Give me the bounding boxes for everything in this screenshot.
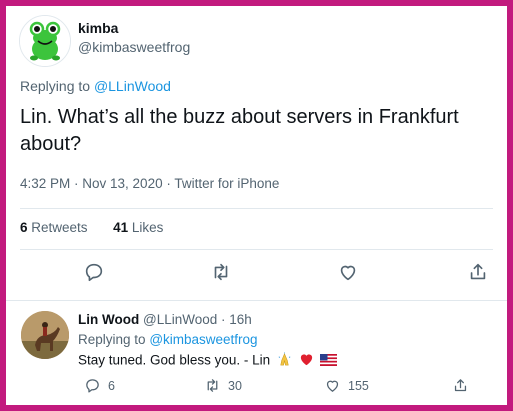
reply-text: Stay tuned. God bless you. - Lin bbox=[78, 352, 271, 368]
tweet-timestamp[interactable]: 4:32 PM · Nov 13, 2020 · Twitter for iPh… bbox=[20, 176, 279, 191]
reply-header: Lin Wood @LLinWood · 16h bbox=[78, 312, 252, 327]
reply-handle-time[interactable]: @LLinWood · 16h bbox=[143, 312, 252, 327]
reply-like-button[interactable]: 155 bbox=[324, 377, 369, 394]
divider bbox=[6, 300, 507, 301]
reply-button[interactable] bbox=[83, 261, 105, 283]
avatar[interactable] bbox=[21, 311, 69, 359]
reply-text-line: Stay tuned. God bless you. - Lin bbox=[78, 352, 338, 370]
us-flag-icon bbox=[320, 353, 338, 369]
reply-replying-to-mention-link[interactable]: @kimbasweetfrog bbox=[149, 332, 257, 347]
heart-icon bbox=[326, 380, 339, 392]
likes-stat[interactable]: 41 Likes bbox=[113, 220, 163, 235]
reply-icon bbox=[86, 379, 99, 393]
retweet-button[interactable] bbox=[210, 261, 232, 283]
retweets-label: Retweets bbox=[31, 220, 88, 235]
reply-reply-button[interactable]: 6 bbox=[84, 377, 115, 394]
author-display-name[interactable]: kimba bbox=[78, 20, 118, 36]
folded-hands-icon bbox=[277, 352, 292, 370]
horse-rider-avatar-icon bbox=[21, 311, 69, 359]
share-button[interactable] bbox=[467, 261, 489, 283]
retweet-count: 30 bbox=[228, 378, 242, 393]
heart-icon bbox=[340, 265, 356, 281]
reply-author-name[interactable]: Lin Wood bbox=[78, 312, 139, 327]
reply-replying-to-label: Replying to bbox=[78, 332, 146, 347]
retweets-count: 6 bbox=[20, 220, 28, 235]
reply-replying-to-line: Replying to @kimbasweetfrog bbox=[78, 332, 258, 347]
tweet-text: Lin. What’s all the buzz about servers i… bbox=[20, 106, 459, 155]
red-heart-icon bbox=[299, 352, 314, 370]
frog-avatar-icon bbox=[20, 16, 70, 66]
author-handle[interactable]: @kimbasweetfrog bbox=[78, 39, 190, 55]
reply-action-bar: 6 30 155 bbox=[6, 377, 507, 397]
divider bbox=[20, 249, 493, 250]
retweet-icon bbox=[207, 379, 218, 392]
like-count: 155 bbox=[348, 378, 369, 393]
replying-to-mention-link[interactable]: @LLinWood bbox=[94, 78, 171, 94]
avatar[interactable] bbox=[19, 15, 71, 67]
likes-label: Likes bbox=[131, 220, 164, 235]
tweet-action-bar bbox=[6, 261, 507, 287]
replying-to-line: Replying to @LLinWood bbox=[20, 78, 171, 94]
replying-to-label: Replying to bbox=[20, 78, 91, 94]
reply-count: 6 bbox=[108, 378, 115, 393]
reply-share-button[interactable] bbox=[452, 377, 476, 394]
like-button[interactable] bbox=[337, 261, 359, 283]
likes-count: 41 bbox=[113, 220, 129, 235]
share-icon bbox=[454, 379, 467, 392]
share-icon bbox=[470, 263, 486, 280]
tweet-screenshot-frame: kimba @kimbasweetfrog Replying to @LLinW… bbox=[6, 6, 507, 405]
reply-icon bbox=[85, 263, 103, 282]
retweet-icon bbox=[214, 263, 228, 281]
retweets-stat[interactable]: 6 Retweets bbox=[20, 220, 88, 235]
divider bbox=[20, 208, 493, 209]
reply-retweet-button[interactable]: 30 bbox=[204, 377, 242, 394]
tweet-stats: 6 Retweets 41 Likes bbox=[20, 220, 163, 235]
